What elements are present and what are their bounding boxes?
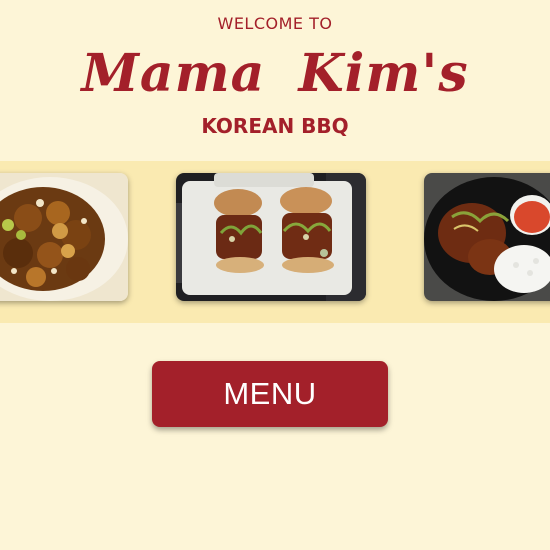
welcome-text: WELCOME TO <box>217 14 333 33</box>
menu-button[interactable]: MENU <box>152 361 388 427</box>
sliders-takeout-photo[interactable] <box>176 173 366 301</box>
restaurant-name: Mama Kim's <box>81 43 469 104</box>
photo-gallery <box>0 161 550 323</box>
restaurant-subtitle: KOREAN BBQ <box>201 114 349 138</box>
rice-bowl-photo[interactable] <box>424 173 550 301</box>
braised-short-ribs-photo[interactable] <box>0 173 128 301</box>
